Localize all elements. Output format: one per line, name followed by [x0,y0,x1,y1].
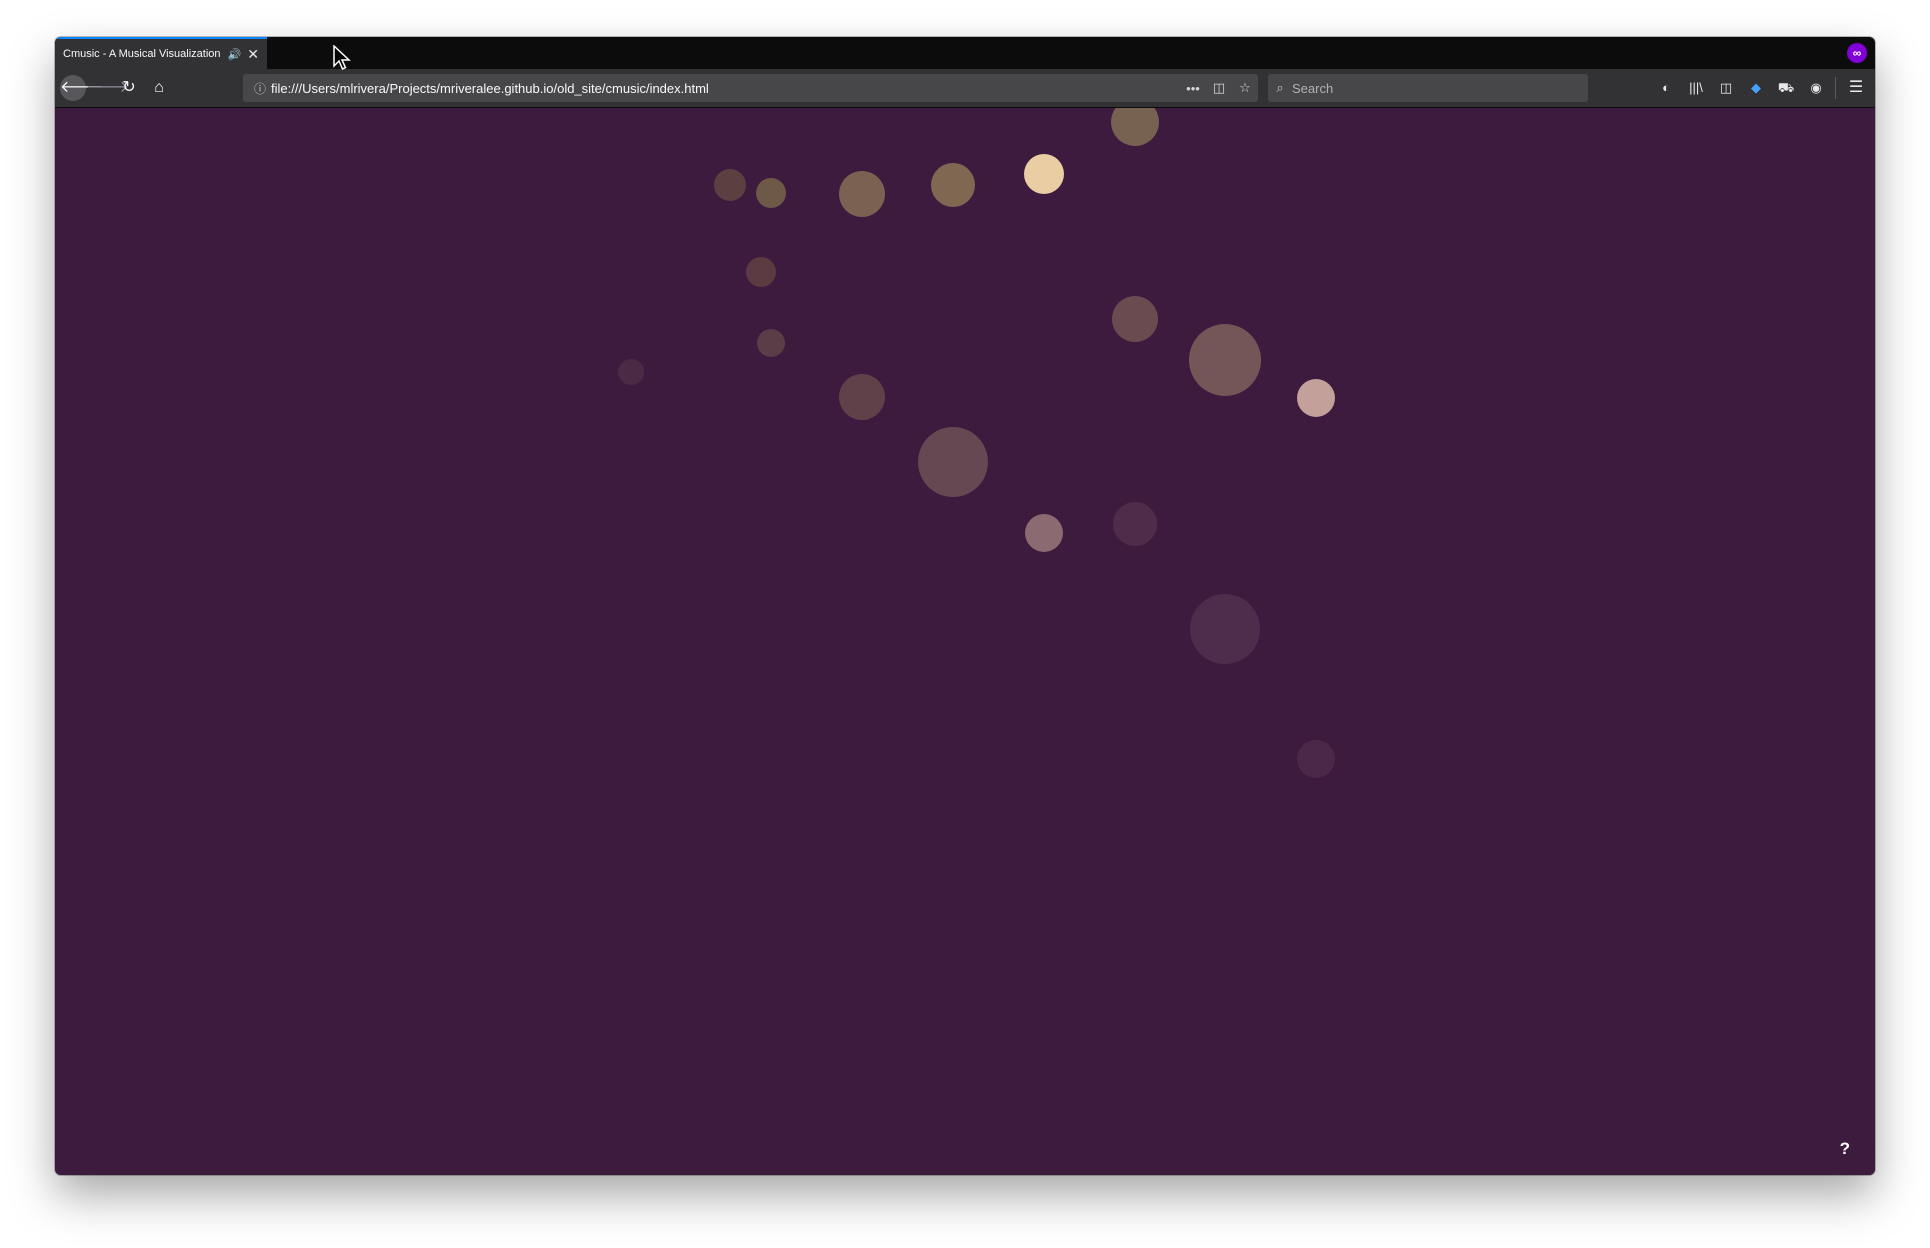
note-circle [839,374,885,420]
sidebar-icon[interactable]: ◫ [1713,75,1739,101]
page-actions-icon[interactable]: ••• [1180,81,1206,96]
reload-button[interactable]: ↻ [116,75,142,101]
address-bar[interactable]: ⓘ file:///Users/mlrivera/Projects/mriver… [243,74,1258,102]
toolbar-divider [1835,77,1836,99]
library-icon[interactable]: |||\ [1683,75,1709,101]
tab-title: Cmusic - A Musical Visualization [63,48,221,60]
note-circle [1297,379,1335,417]
home-button[interactable]: ⌂ [146,75,172,101]
account-icon[interactable]: ◉ [1803,75,1829,101]
note-circle [1025,514,1063,552]
back-button[interactable]: 🡐 [60,75,103,101]
tab-cmusic[interactable]: Cmusic - A Musical Visualization 🔊 ✕ [55,37,267,69]
mouse-cursor-icon [333,45,351,71]
url-text[interactable]: file:///Users/mlrivera/Projects/mriveral… [271,81,1180,96]
music-visualization [618,108,1335,778]
note-circle [1113,502,1157,546]
note-circle [918,427,988,497]
search-input[interactable]: ⌕ Search [1268,74,1588,102]
note-circle [757,329,785,357]
speaker-icon[interactable]: 🔊 [228,48,242,61]
bookmark-star-icon[interactable]: ☆ [1232,80,1258,96]
hamburger-menu-icon[interactable]: ☰ [1843,75,1869,101]
navigation-toolbar: 🡐 🡒 ↻ ⌂ ⓘ file:///Users/mlrivera/Project… [55,69,1875,108]
pocket-icon[interactable]: ◫ [1206,80,1232,96]
note-circle [1297,740,1335,778]
note-circle [931,163,975,207]
search-placeholder: Search [1292,80,1334,96]
extension-icon[interactable]: ◆ [1743,75,1769,101]
note-circle [618,359,644,385]
note-circle [1111,108,1159,146]
search-icon: ⌕ [1276,80,1284,95]
tab-bar: Cmusic - A Musical Visualization 🔊 ✕ ∞ [55,37,1875,69]
page-content: ? [55,108,1875,1175]
synced-tabs-icon[interactable]: ⛟ [1773,75,1799,101]
note-circle [1189,324,1261,396]
tracking-protection-icon[interactable]: ◐ [1653,75,1679,101]
close-icon[interactable]: ✕ [247,46,259,63]
note-circle [1024,154,1064,194]
note-circle [746,257,776,287]
browser-window: Cmusic - A Musical Visualization 🔊 ✕ ∞ 🡐… [55,37,1875,1175]
note-circle [756,178,786,208]
forward-button[interactable]: 🡒 [86,75,129,101]
note-circle [1112,296,1158,342]
note-circle [1190,594,1260,664]
private-browsing-icon: ∞ [1847,43,1867,63]
help-button[interactable]: ? [1840,1139,1850,1159]
note-circle [714,169,746,201]
info-icon[interactable]: ⓘ [249,80,271,97]
note-circle [839,171,885,217]
